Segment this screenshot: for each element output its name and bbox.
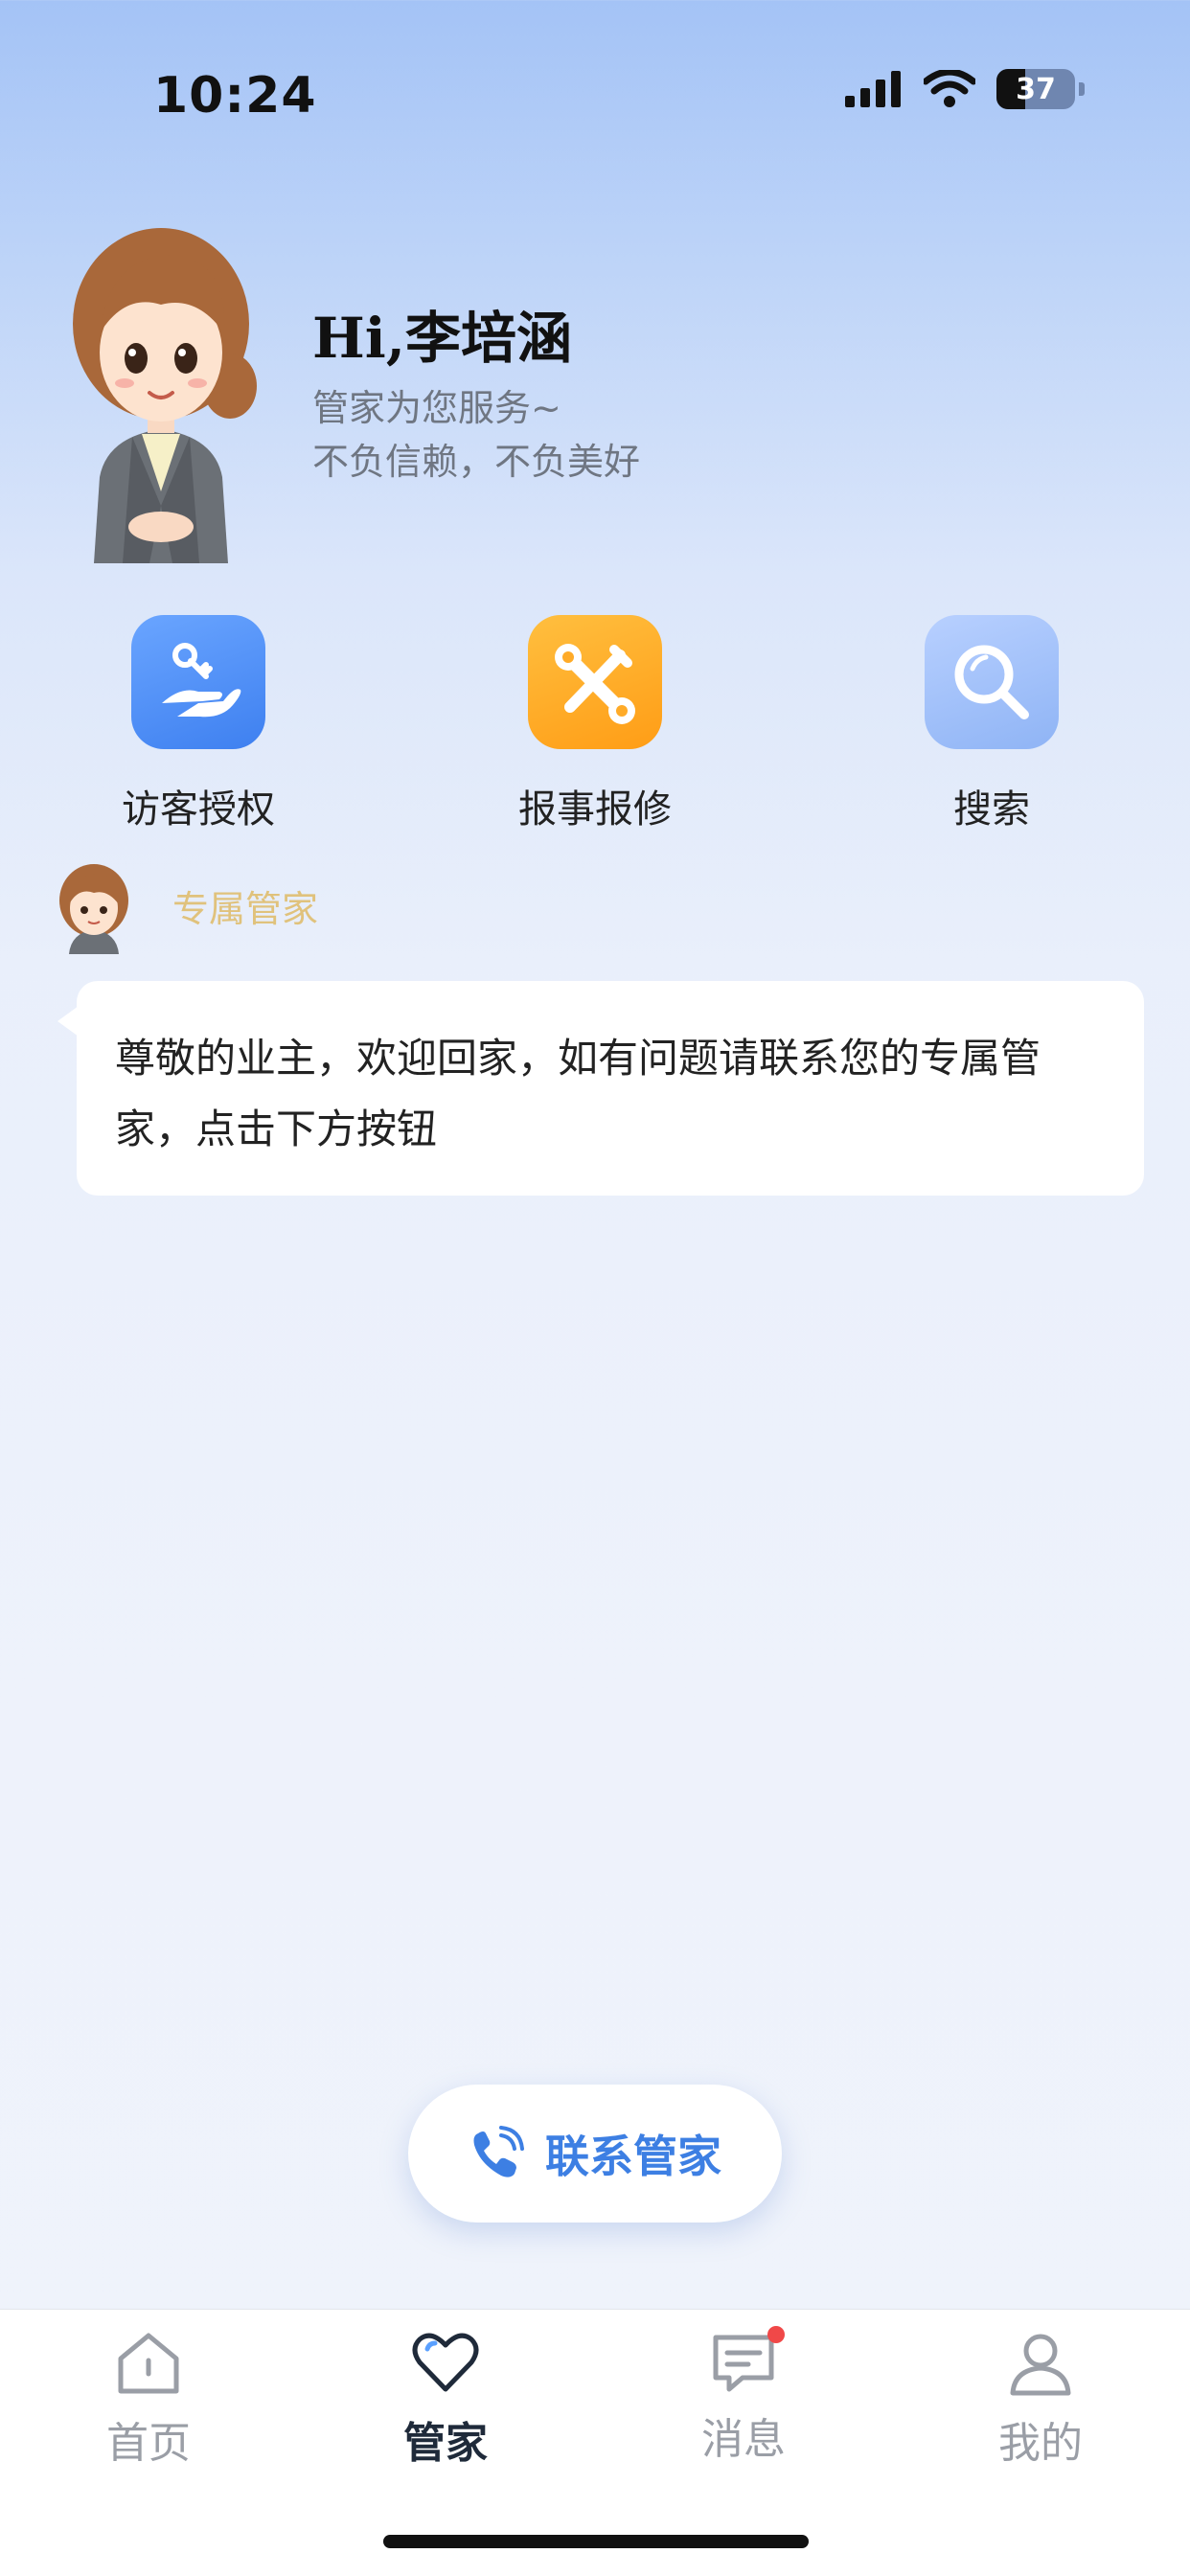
tab-mine[interactable]: 我的 [935,2328,1146,2470]
message-icon-wrap [708,2326,785,2399]
chat-bubble-tail [57,1006,79,1037]
report-repair-tile[interactable] [528,615,662,749]
signal-icon [845,71,901,107]
wifi-icon [924,70,975,107]
home-indicator [383,2535,809,2548]
battery-icon: 37 [996,69,1075,109]
battery-tip [1079,82,1085,96]
action-search[interactable]: 搜索 [867,615,1116,833]
chat-message: 尊敬的业主，欢迎回家，如有问题请联系您的专属管家，点击下方按钮 [115,1035,1041,1152]
tab-messages[interactable]: 消息 [638,2326,849,2466]
phone-icon [473,2126,524,2177]
home-icon [118,2333,179,2394]
greeting-subtitle: 管家为您服务~ 不负信赖，不负美好 [312,381,640,489]
tab-home[interactable]: 首页 [43,2328,254,2470]
tab-mine-label: 我的 [998,2419,1083,2468]
greeting-line-1: 管家为您服务~ [312,387,561,429]
action-report-repair[interactable]: 报事报修 [470,615,720,833]
status-icons: 37 [845,69,1085,109]
action-visitor-authorization[interactable]: 访客授权 [74,615,323,833]
action-label: 报事报修 [518,787,672,832]
search-icon [954,645,1029,719]
action-label: 访客授权 [122,787,275,832]
butler-avatar-small [59,864,128,954]
greeting-title: Hi,李培涵 [312,306,573,371]
hand-key-icon [162,643,241,718]
person-icon [1010,2334,1071,2396]
tab-butler-label: 管家 [403,2419,488,2468]
status-time: 10:24 [153,67,317,125]
tab-home-label: 首页 [106,2419,191,2468]
contact-butler-button[interactable]: 联系管家 [408,2085,782,2223]
tab-messages-label: 消息 [701,2415,786,2464]
action-label: 搜索 [953,787,1030,832]
visitor-authorization-tile[interactable] [131,615,265,749]
message-badge [767,2326,785,2343]
greeting-line-2: 不负信赖，不负美好 [312,441,641,483]
butler-avatar-illustration [73,228,257,563]
contact-butler-label: 联系管家 [545,2131,721,2182]
exclusive-butler-tag: 专属管家 [172,888,319,930]
battery-level: 37 [1016,72,1056,106]
search-tile[interactable] [925,615,1059,749]
heart-icon [412,2333,479,2392]
chat-bubble: 尊敬的业主，欢迎回家，如有问题请联系您的专属管家，点击下方按钮 [77,981,1144,1196]
wrench-screwdriver-icon [555,644,635,724]
tab-butler[interactable]: 管家 [340,2328,551,2470]
